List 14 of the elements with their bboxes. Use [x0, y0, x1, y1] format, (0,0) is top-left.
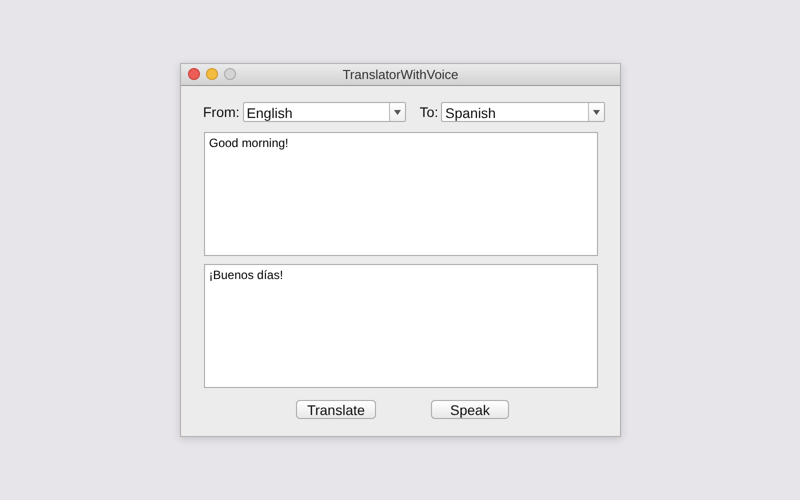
close-button[interactable]: [188, 68, 200, 80]
translate-button[interactable]: Translate: [296, 400, 376, 419]
field-label: From:: [203, 104, 240, 120]
window-title: TranslatorWithVoice: [342, 67, 458, 82]
caret-icon: [394, 110, 401, 114]
dropdown[interactable]: Spanish: [441, 102, 606, 122]
minimize-button[interactable]: [206, 68, 218, 80]
speak-button[interactable]: Speak: [431, 400, 509, 419]
field-label: To:: [420, 104, 438, 120]
output-field[interactable]: ¡Buenos días!: [204, 264, 598, 388]
caret-icon: [593, 110, 600, 114]
zoom-button[interactable]: [224, 68, 236, 80]
input-field[interactable]: Good morning!: [204, 132, 598, 256]
dropdown[interactable]: English: [242, 102, 406, 122]
